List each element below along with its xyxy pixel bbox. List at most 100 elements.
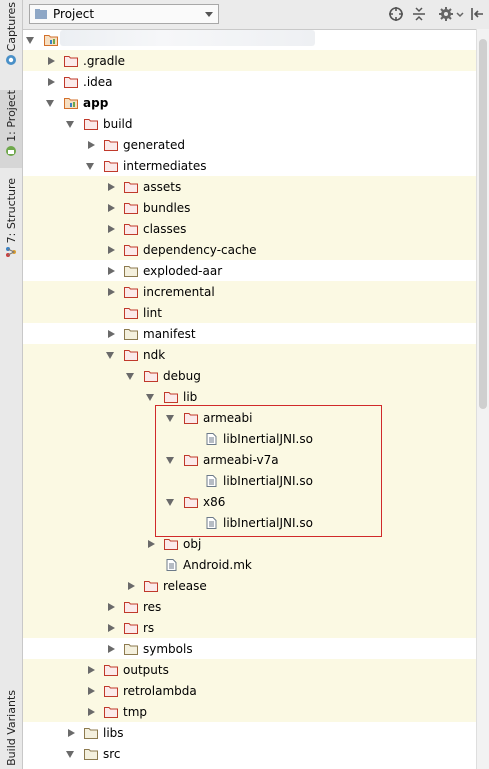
tree-node[interactable]: Android.mk (23, 554, 476, 575)
tree-node[interactable]: libInertialJNI.so (23, 512, 476, 533)
folder-icon (104, 685, 118, 697)
tree-node[interactable]: app (23, 92, 476, 113)
collapsed-arrow-icon[interactable] (126, 581, 136, 591)
folder-icon (124, 286, 138, 298)
vertical-scrollbar[interactable] (476, 29, 489, 769)
tree-node[interactable]: libInertialJNI.so (23, 470, 476, 491)
tree-node-label: symbols (143, 641, 193, 656)
expanded-arrow-icon[interactable] (66, 749, 76, 759)
tree-node[interactable]: armeabi-v7a (23, 449, 476, 470)
tree-node-label: bundles (143, 200, 191, 215)
scroll-from-source-icon[interactable] (388, 6, 404, 22)
tree-node[interactable]: build (23, 113, 476, 134)
folder-icon (104, 664, 118, 676)
tree-node[interactable]: generated (23, 134, 476, 155)
tree-node[interactable]: classes (23, 218, 476, 239)
expanded-arrow-icon[interactable] (166, 455, 176, 465)
tree-node-label: exploded-aar (143, 263, 223, 278)
tree-node[interactable]: debug (23, 365, 476, 386)
collapsed-arrow-icon[interactable] (86, 665, 96, 675)
tree-node-label: manifest (143, 326, 196, 341)
build-variants-tab[interactable]: Build Variants (0, 690, 22, 769)
tree-node[interactable]: dependency-cache (23, 239, 476, 260)
structure-tab[interactable]: 7: Structure (0, 178, 22, 262)
tree-node[interactable]: incremental (23, 281, 476, 302)
tree-node-label: lib (183, 389, 198, 404)
tree-node[interactable]: x86 (23, 491, 476, 512)
captures-tab-label: Captures (4, 2, 18, 52)
collapse-all-icon[interactable] (411, 6, 427, 22)
collapsed-arrow-icon[interactable] (106, 224, 116, 234)
folder-icon (124, 643, 138, 655)
project-tab[interactable]: 1: Project (0, 90, 22, 168)
project-view-icon (35, 9, 47, 19)
tree-node[interactable]: tmp (23, 701, 476, 722)
tree-node[interactable]: exploded-aar (23, 260, 476, 281)
folder-icon (164, 538, 178, 550)
tree-node[interactable]: manifest (23, 323, 476, 344)
tree-node[interactable]: lint (23, 302, 476, 323)
leaf-spacer (146, 560, 156, 570)
collapsed-arrow-icon[interactable] (46, 56, 56, 66)
collapsed-arrow-icon[interactable] (106, 623, 116, 633)
tree-node[interactable]: rs (23, 617, 476, 638)
collapsed-arrow-icon[interactable] (106, 329, 116, 339)
expanded-arrow-icon[interactable] (166, 497, 176, 507)
tree-node-label: assets (143, 179, 182, 194)
expanded-arrow-icon[interactable] (166, 413, 176, 423)
folder-icon (184, 412, 198, 424)
expanded-arrow-icon[interactable] (106, 350, 116, 360)
collapsed-arrow-icon[interactable] (86, 686, 96, 696)
project-tree[interactable]: .gradle .idea app build generated intermediat… (23, 29, 476, 769)
tree-node[interactable]: .idea (23, 71, 476, 92)
folder-icon (124, 307, 138, 319)
gear-icon[interactable] (438, 6, 464, 22)
folder-icon (124, 601, 138, 613)
tree-node[interactable]: retrolambda (23, 680, 476, 701)
collapsed-arrow-icon[interactable] (106, 203, 116, 213)
hide-panel-icon[interactable] (469, 6, 485, 22)
expanded-arrow-icon[interactable] (26, 35, 36, 45)
collapsed-arrow-icon[interactable] (106, 182, 116, 192)
folder-icon (84, 727, 98, 739)
tree-node[interactable]: release (23, 575, 476, 596)
captures-tab[interactable]: Captures (0, 2, 22, 78)
expanded-arrow-icon[interactable] (146, 392, 156, 402)
tree-node[interactable]: bundles (23, 197, 476, 218)
tree-node[interactable]: symbols (23, 638, 476, 659)
tree-node[interactable]: res (23, 596, 476, 617)
tree-node[interactable]: src (23, 743, 476, 764)
collapsed-arrow-icon[interactable] (86, 140, 96, 150)
expanded-arrow-icon[interactable] (86, 161, 96, 171)
tree-node-label: .gradle (83, 53, 126, 68)
tree-node[interactable]: libInertialJNI.so (23, 428, 476, 449)
collapsed-arrow-icon[interactable] (46, 77, 56, 87)
tree-node[interactable]: libs (23, 722, 476, 743)
folder-icon (104, 706, 118, 718)
tree-node[interactable]: assets (23, 176, 476, 197)
collapsed-arrow-icon[interactable] (106, 644, 116, 654)
collapsed-arrow-icon[interactable] (106, 602, 116, 612)
scrollbar-thumb[interactable] (479, 39, 487, 409)
android-icon (6, 145, 16, 156)
expanded-arrow-icon[interactable] (46, 98, 56, 108)
tree-node-label: libs (103, 725, 124, 740)
tree-node[interactable]: armeabi (23, 407, 476, 428)
collapsed-arrow-icon[interactable] (106, 287, 116, 297)
tree-node[interactable]: ndk (23, 344, 476, 365)
tree-node[interactable]: obj (23, 533, 476, 554)
tree-node[interactable]: outputs (23, 659, 476, 680)
collapsed-arrow-icon[interactable] (106, 245, 116, 255)
folder-icon (124, 244, 138, 256)
tree-node[interactable]: intermediates (23, 155, 476, 176)
view-selector-dropdown[interactable]: Project (29, 4, 219, 24)
collapsed-arrow-icon[interactable] (86, 707, 96, 717)
tree-node[interactable]: .gradle (23, 50, 476, 71)
collapsed-arrow-icon[interactable] (66, 728, 76, 738)
tree-node[interactable]: lib (23, 386, 476, 407)
expanded-arrow-icon[interactable] (66, 119, 76, 129)
expanded-arrow-icon[interactable] (126, 371, 136, 381)
collapsed-arrow-icon[interactable] (146, 539, 156, 549)
file-icon (206, 516, 217, 529)
collapsed-arrow-icon[interactable] (106, 266, 116, 276)
